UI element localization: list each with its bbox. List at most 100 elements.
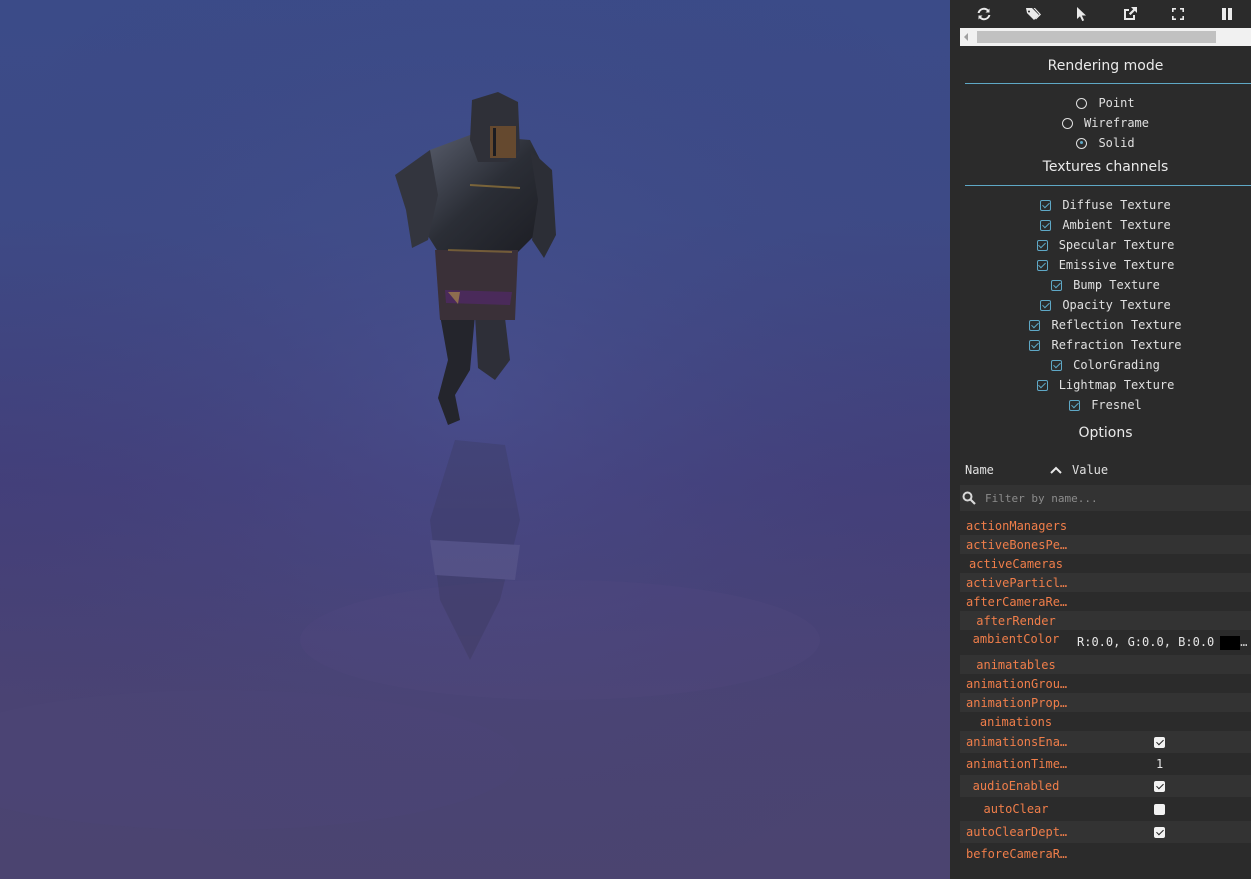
table-row[interactable]: animationProp…	[960, 693, 1251, 712]
table-row[interactable]: activeBonesPe…	[960, 535, 1251, 554]
radio-button[interactable]	[1061, 117, 1073, 129]
property-list: actionManagers activeBonesPe… activeCame…	[960, 516, 1251, 865]
radio-button-selected[interactable]	[1076, 137, 1088, 149]
inspector-toolbar	[960, 0, 1251, 28]
texture-option-reflection[interactable]: Reflection Texture	[960, 315, 1251, 335]
table-row[interactable]: autoClearDept…	[960, 821, 1251, 843]
value-header-label: Value	[1072, 463, 1109, 477]
value-column-header[interactable]: Value	[1050, 463, 1108, 477]
texture-option-emissive[interactable]: Emissive Texture	[960, 255, 1251, 275]
property-name[interactable]: beforeCameraR…	[960, 847, 1072, 861]
scrollbar-thumb[interactable]	[977, 31, 1216, 43]
radio-label: Point	[1098, 96, 1135, 110]
table-row[interactable]: autoClear	[960, 797, 1251, 821]
table-row[interactable]: animations	[960, 712, 1251, 731]
property-name[interactable]: afterCameraRe…	[960, 595, 1072, 609]
checkbox[interactable]	[1029, 319, 1041, 331]
rendering-mode-divider	[965, 83, 1251, 84]
value-checkbox[interactable]	[1154, 780, 1165, 792]
value-checkbox[interactable]	[1154, 803, 1165, 815]
radio-option-point[interactable]: Point	[960, 93, 1251, 113]
color-swatch[interactable]	[1220, 635, 1241, 650]
table-row[interactable]: activeParticl…	[960, 573, 1251, 592]
texture-option-refraction[interactable]: Refraction Texture	[960, 335, 1251, 355]
3d-scene-viewport[interactable]	[0, 0, 950, 879]
property-name[interactable]: animatables	[960, 658, 1072, 672]
checkbox[interactable]	[1069, 399, 1081, 411]
rendering-mode-options: Point Wireframe Solid	[960, 93, 1251, 153]
property-value	[1072, 826, 1251, 838]
property-name[interactable]: activeParticl…	[960, 576, 1072, 590]
search-icon	[962, 491, 976, 505]
radio-option-solid[interactable]: Solid	[960, 133, 1251, 153]
property-name[interactable]: audioEnabled	[960, 779, 1072, 793]
table-row[interactable]: afterCameraRe…	[960, 592, 1251, 611]
checkbox[interactable]	[1051, 359, 1063, 371]
table-row[interactable]: audioEnabled	[960, 775, 1251, 797]
scene-canvas[interactable]	[0, 0, 950, 879]
scroll-left-arrow-icon[interactable]	[964, 33, 968, 41]
pointer-icon[interactable]	[1057, 0, 1106, 28]
tags-icon[interactable]	[1009, 0, 1058, 28]
checkbox[interactable]	[1036, 379, 1048, 391]
filter-input[interactable]	[985, 491, 1235, 505]
pause-icon[interactable]	[1203, 0, 1251, 28]
property-name[interactable]: afterRender	[960, 614, 1072, 628]
checkbox[interactable]	[1040, 219, 1052, 231]
property-name[interactable]: animationGrou…	[960, 677, 1072, 691]
property-name[interactable]: activeBonesPe…	[960, 538, 1072, 552]
checkbox[interactable]	[1040, 199, 1052, 211]
refresh-icon[interactable]	[960, 0, 1009, 28]
checkbox-label: Refraction Texture	[1051, 338, 1182, 352]
overflow-ellipsis: …	[1240, 635, 1248, 650]
checkbox[interactable]	[1036, 259, 1048, 271]
horizontal-scrollbar[interactable]	[960, 28, 1251, 46]
fullscreen-icon[interactable]	[1154, 0, 1203, 28]
checkbox-label: Specular Texture	[1058, 238, 1175, 252]
numeric-value[interactable]: 1	[1156, 757, 1163, 771]
texture-option-fresnel[interactable]: Fresnel	[960, 395, 1251, 415]
checkbox[interactable]	[1029, 339, 1041, 351]
property-value	[1072, 736, 1251, 748]
texture-option-opacity[interactable]: Opacity Texture	[960, 295, 1251, 315]
checkbox[interactable]	[1051, 279, 1063, 291]
table-row[interactable]: animationsEna…	[960, 731, 1251, 753]
property-name[interactable]: animationTime…	[960, 757, 1072, 771]
name-column-header[interactable]: Name	[965, 463, 1050, 477]
property-name[interactable]: autoClear	[960, 802, 1072, 816]
property-name[interactable]: actionManagers	[960, 519, 1072, 533]
texture-option-ambient[interactable]: Ambient Texture	[960, 215, 1251, 235]
table-row[interactable]: animationTime… 1	[960, 753, 1251, 775]
color-value-text: R:0.0, G:0.0, B:0.0	[1077, 635, 1215, 650]
property-name[interactable]: activeCameras	[960, 557, 1072, 571]
texture-option-specular[interactable]: Specular Texture	[960, 235, 1251, 255]
property-name[interactable]: animationsEna…	[960, 735, 1072, 749]
texture-option-lightmap[interactable]: Lightmap Texture	[960, 375, 1251, 395]
checkbox-label: Lightmap Texture	[1058, 378, 1175, 392]
property-name[interactable]: autoClearDept…	[960, 825, 1072, 839]
texture-option-bump[interactable]: Bump Texture	[960, 275, 1251, 295]
radio-label: Solid	[1098, 136, 1135, 150]
table-row[interactable]: ambientColor R:0.0, G:0.0, B:0.0 …	[960, 630, 1251, 655]
table-row[interactable]: animationGrou…	[960, 674, 1251, 693]
checkbox[interactable]	[1036, 239, 1048, 251]
value-checkbox[interactable]	[1154, 736, 1165, 748]
radio-option-wireframe[interactable]: Wireframe	[960, 113, 1251, 133]
table-row[interactable]: afterRender	[960, 611, 1251, 630]
texture-option-diffuse[interactable]: Diffuse Texture	[960, 195, 1251, 215]
checkbox[interactable]	[1040, 299, 1052, 311]
property-name[interactable]: ambientColor	[960, 632, 1072, 646]
radio-button[interactable]	[1076, 97, 1088, 109]
radio-label: Wireframe	[1083, 116, 1150, 130]
table-row[interactable]: beforeCameraR…	[960, 843, 1251, 865]
property-name[interactable]: animations	[960, 715, 1072, 729]
table-row[interactable]: animatables	[960, 655, 1251, 674]
external-link-icon[interactable]	[1106, 0, 1155, 28]
sort-ascending-icon[interactable]	[1050, 465, 1062, 475]
table-row[interactable]: activeCameras	[960, 554, 1251, 573]
table-row[interactable]: actionManagers	[960, 516, 1251, 535]
panel-resize-gutter[interactable]	[950, 0, 960, 879]
value-checkbox[interactable]	[1154, 826, 1165, 838]
texture-option-colorgrading[interactable]: ColorGrading	[960, 355, 1251, 375]
property-name[interactable]: animationProp…	[960, 696, 1072, 710]
